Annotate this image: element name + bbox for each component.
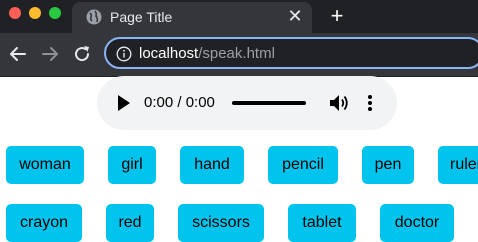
word-button-pencil[interactable]: pencil [268,146,338,184]
info-icon[interactable] [116,46,132,62]
forward-arrow-icon[interactable] [40,44,60,64]
word-button-hand[interactable]: hand [180,146,244,184]
back-arrow-icon[interactable] [8,44,28,64]
globe-icon [86,9,102,25]
play-icon[interactable] [117,95,131,111]
close-window-button[interactable] [9,7,21,19]
more-options-icon[interactable] [367,94,373,112]
reload-icon[interactable] [72,44,92,64]
browser-tab[interactable]: Page Title ✕ [72,2,312,33]
address-bar[interactable]: localhost/speak.html [104,37,478,69]
word-button-doctor[interactable]: doctor [380,204,454,242]
word-button-scissors[interactable]: scissors [178,204,264,242]
time-display: 0:00 / 0:00 [144,94,215,111]
new-tab-button[interactable]: + [326,5,348,27]
tab-strip: Page Title ✕ + [0,0,478,33]
minimize-window-button[interactable] [29,7,41,19]
url-path: /speak.html [198,45,275,62]
url-text: localhost/speak.html [139,45,275,62]
audio-player: 0:00 / 0:00 [97,76,397,130]
word-button-red[interactable]: red [106,204,154,242]
word-button-tablet[interactable]: tablet [288,204,356,242]
word-button-pen[interactable]: pen [362,146,414,184]
close-tab-icon[interactable]: ✕ [286,7,304,25]
word-button-ruler[interactable]: ruler [438,146,478,184]
maximize-window-button[interactable] [49,7,61,19]
tab-title: Page Title [110,9,173,25]
browser-toolbar: localhost/speak.html [0,33,478,77]
volume-icon[interactable] [329,94,349,112]
url-host: localhost [139,45,199,62]
word-button-girl[interactable]: girl [108,146,156,184]
seek-slider[interactable] [232,101,306,105]
word-button-woman[interactable]: woman [6,146,84,184]
word-button-crayon[interactable]: crayon [6,204,82,242]
